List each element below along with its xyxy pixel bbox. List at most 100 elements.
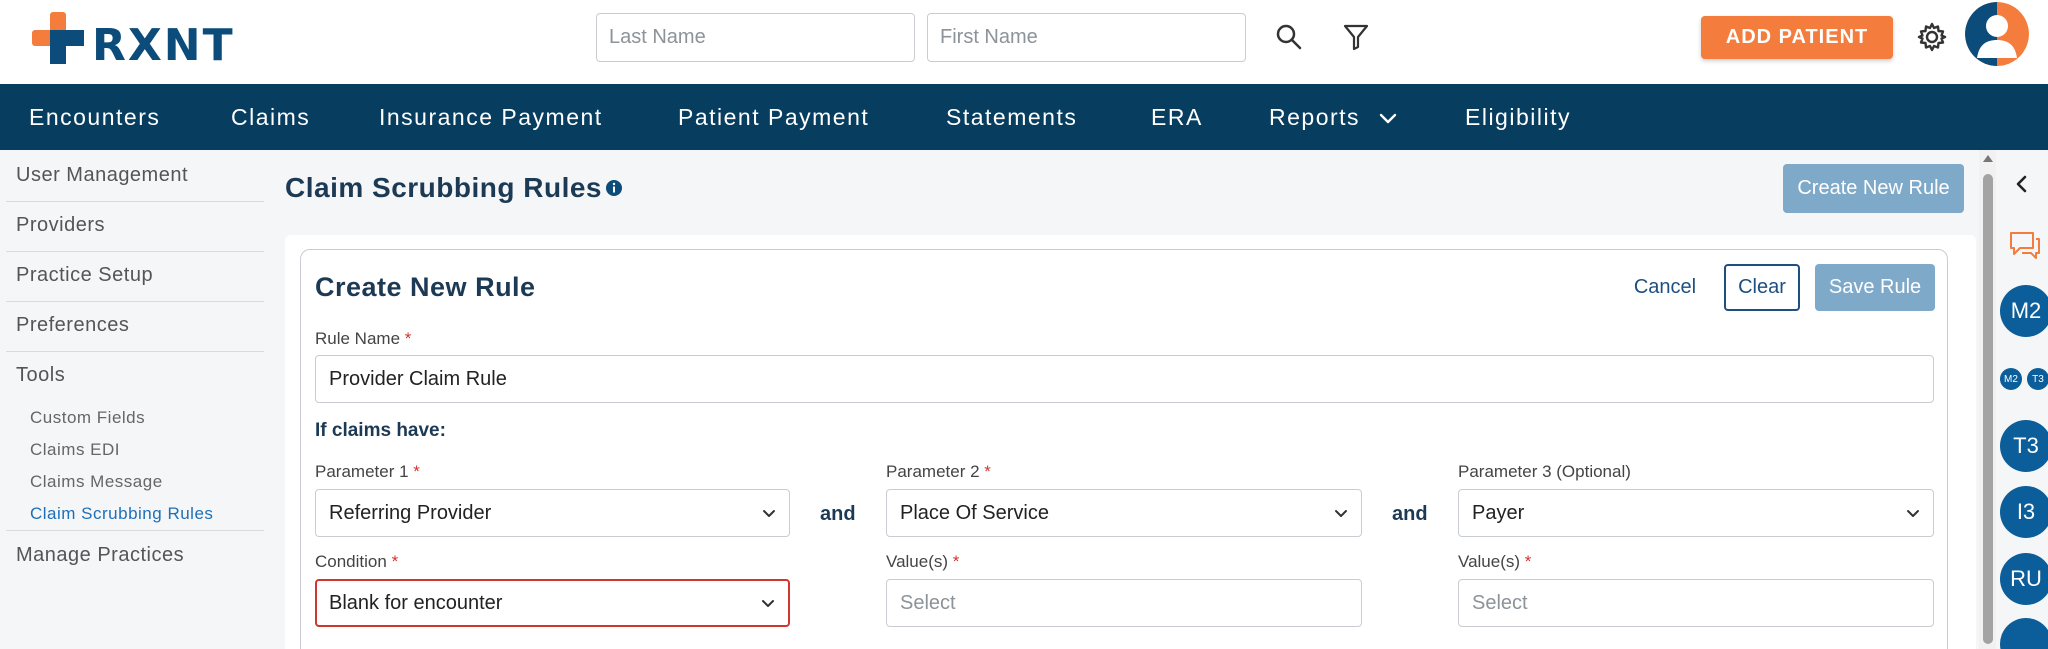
values-3-placeholder: Select xyxy=(1472,592,1528,614)
sidebar-divider xyxy=(6,251,264,252)
required-mark: * xyxy=(1524,552,1532,571)
chevron-down-icon xyxy=(763,510,775,517)
add-patient-button[interactable]: ADD PATIENT xyxy=(1701,16,1893,59)
user-badge-i3-text: I3 xyxy=(2016,499,2036,524)
search-icon xyxy=(1276,24,1302,50)
nav-era[interactable]: ERA xyxy=(1151,84,1203,150)
rule-name-label-text: Rule Name xyxy=(315,329,401,348)
parameter-2-label: Parameter 2 * xyxy=(886,462,991,482)
sidebar-divider xyxy=(6,201,264,202)
settings-sidebar: User Management Providers Practice Setup… xyxy=(0,150,270,649)
condition-label-text: Condition xyxy=(315,552,387,571)
parameter-3-select[interactable]: Payer xyxy=(1458,489,1934,537)
chevron-down-icon xyxy=(762,600,774,607)
parameter-3-value: Payer xyxy=(1472,502,1525,524)
user-avatar[interactable] xyxy=(1965,2,2029,66)
user-badge-t3-text: T3 xyxy=(2013,433,2039,458)
mini-badge-t3-text: T3 xyxy=(2032,373,2044,385)
sidebar-item-preferences[interactable]: Preferences xyxy=(16,314,266,337)
sidebar-subitem-custom-fields[interactable]: Custom Fields xyxy=(30,408,145,428)
search-button[interactable] xyxy=(1271,19,1307,55)
rule-name-input[interactable] xyxy=(315,355,1934,403)
rxnt-logo[interactable]: RXNT xyxy=(32,12,235,71)
scrollbar-thumb[interactable] xyxy=(1983,174,1993,644)
user-badge-m2-text: M2 xyxy=(2010,298,2042,323)
last-name-input[interactable] xyxy=(596,13,915,62)
user-badge-t3[interactable]: T3 xyxy=(2000,420,2048,472)
parameter-2-value: Place Of Service xyxy=(900,502,1049,524)
if-claims-have-heading: If claims have: xyxy=(315,420,446,441)
parameter-1-label: Parameter 1 * xyxy=(315,462,420,482)
app-header: RXNT ADD PATIENT xyxy=(0,0,2048,84)
parameter-3-label-text: Parameter 3 (Optional) xyxy=(1458,462,1631,481)
nav-insurance-payment[interactable]: Insurance Payment xyxy=(379,84,603,150)
first-name-input[interactable] xyxy=(927,13,1246,62)
clear-button[interactable]: Clear xyxy=(1724,264,1800,311)
and-label: and xyxy=(820,503,856,525)
condition-select[interactable]: Blank for encounter xyxy=(315,579,790,627)
chevron-down-icon xyxy=(1907,510,1919,517)
required-mark: * xyxy=(391,552,399,571)
filter-button[interactable] xyxy=(1338,19,1374,55)
parameter-2-label-text: Parameter 2 xyxy=(886,462,980,481)
user-badge-partial[interactable] xyxy=(2000,618,2048,649)
values-2-select[interactable]: Select xyxy=(886,579,1362,627)
sidebar-subitem-claims-message[interactable]: Claims Message xyxy=(30,472,163,492)
sidebar-item-user-management[interactable]: User Management xyxy=(16,164,266,187)
required-mark: * xyxy=(984,462,991,481)
required-mark: * xyxy=(404,329,412,348)
values-3-select[interactable]: Select xyxy=(1458,579,1934,627)
sidebar-item-tools[interactable]: Tools xyxy=(16,364,266,387)
required-mark: * xyxy=(952,552,960,571)
nav-reports[interactable]: Reports xyxy=(1269,84,1360,150)
page-title: Claim Scrubbing Rules xyxy=(285,172,602,203)
mini-badge-t3[interactable]: T3 xyxy=(2027,368,2048,390)
scroll-up-arrow-icon[interactable] xyxy=(1983,155,1993,162)
nav-statements[interactable]: Statements xyxy=(946,84,1077,150)
required-mark: * xyxy=(413,462,420,481)
sidebar-subitem-claims-edi[interactable]: Claims EDI xyxy=(30,440,120,460)
chevron-down-icon xyxy=(1335,510,1347,517)
filter-icon xyxy=(1343,24,1369,51)
sidebar-item-manage-practices[interactable]: Manage Practices xyxy=(16,544,266,567)
nav-eligibility[interactable]: Eligibility xyxy=(1465,84,1571,150)
nav-claims[interactable]: Claims xyxy=(231,84,310,150)
user-badge-m2[interactable]: M2 xyxy=(2000,285,2048,337)
condition-label: Condition * xyxy=(315,552,398,572)
settings-button[interactable] xyxy=(1914,19,1950,55)
user-badge-ru[interactable]: RU xyxy=(2000,553,2048,605)
parameter-1-label-text: Parameter 1 xyxy=(315,462,409,481)
sidebar-item-providers[interactable]: Providers xyxy=(16,214,266,237)
parameter-2-select[interactable]: Place Of Service xyxy=(886,489,1362,537)
values-2-placeholder: Select xyxy=(900,592,956,614)
nav-patient-payment[interactable]: Patient Payment xyxy=(678,84,869,150)
user-badge-i3[interactable]: I3 xyxy=(2000,486,2048,538)
right-rail: M2 M2 T3 T3 I3 RU xyxy=(1996,150,2048,649)
create-new-rule-button[interactable]: Create New Rule xyxy=(1783,164,1964,213)
parameter-1-select[interactable]: Referring Provider xyxy=(315,489,790,537)
user-avatar-icon xyxy=(1965,2,2029,66)
values-3-label: Value(s) * xyxy=(1458,552,1531,572)
cancel-button[interactable]: Cancel xyxy=(1620,264,1710,311)
sidebar-divider xyxy=(6,301,264,302)
info-icon[interactable] xyxy=(605,179,623,197)
sidebar-divider xyxy=(6,530,264,531)
condition-value: Blank for encounter xyxy=(329,592,503,614)
chat-icon[interactable] xyxy=(2008,230,2042,262)
reports-chevron-down-icon[interactable] xyxy=(1379,113,1397,125)
mini-badge-m2[interactable]: M2 xyxy=(2000,368,2022,390)
values-3-label-text: Value(s) xyxy=(1458,552,1521,571)
sidebar-subitem-claim-scrubbing-rules[interactable]: Claim Scrubbing Rules xyxy=(30,504,213,524)
sidebar-item-practice-setup[interactable]: Practice Setup xyxy=(16,264,266,287)
save-rule-button[interactable]: Save Rule xyxy=(1815,264,1935,311)
mini-badge-m2-text: M2 xyxy=(2004,373,2018,385)
sidebar-divider xyxy=(6,351,264,352)
main-nav: Encounters Claims Insurance Payment Pati… xyxy=(0,84,2048,150)
values-2-label-text: Value(s) xyxy=(886,552,949,571)
collapse-chevron-left-icon[interactable] xyxy=(2014,174,2030,194)
nav-encounters[interactable]: Encounters xyxy=(29,84,160,150)
logo-text: RXNT xyxy=(92,20,235,71)
and-label: and xyxy=(1392,503,1428,525)
values-2-label: Value(s) * xyxy=(886,552,959,572)
parameter-1-value: Referring Provider xyxy=(329,502,492,524)
